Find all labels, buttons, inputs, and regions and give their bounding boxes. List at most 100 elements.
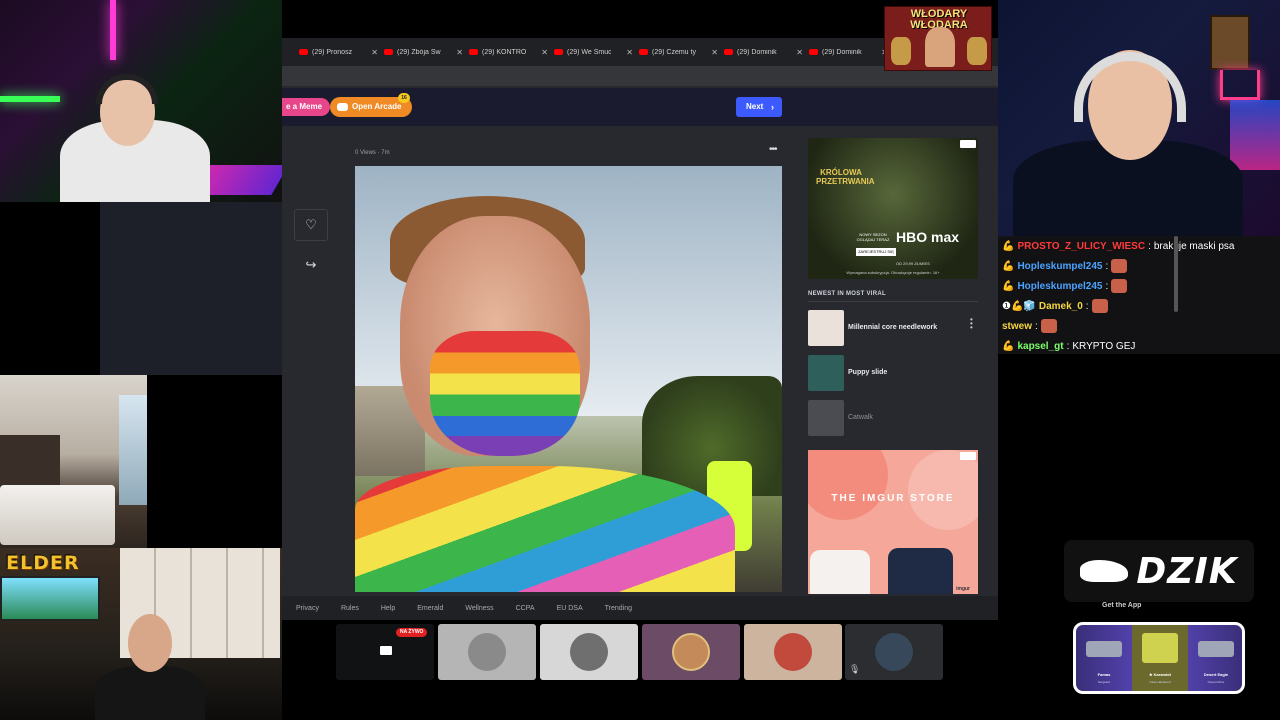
viral-item[interactable]: Puppy slide bbox=[808, 355, 978, 391]
participant-tile[interactable] bbox=[540, 624, 638, 680]
colon: : bbox=[1066, 340, 1070, 352]
footer-link[interactable]: CCPA bbox=[516, 605, 535, 612]
kebab-icon[interactable]: • • • bbox=[970, 316, 973, 332]
rainbow-flag bbox=[355, 466, 735, 592]
close-icon[interactable]: ✕ bbox=[371, 48, 378, 57]
participant-tile[interactable] bbox=[744, 624, 842, 680]
footer-link[interactable]: EU DSA bbox=[557, 605, 583, 612]
browser-tab[interactable]: (29) KONTROW ✕ bbox=[466, 41, 551, 63]
viral-thumb bbox=[808, 400, 844, 436]
newest-viral-heading: NEWEST IN MOST VIRAL bbox=[808, 291, 978, 302]
share-icon[interactable]: ↪ bbox=[303, 257, 319, 273]
browser-tab[interactable]: (29) Dominik ✕ bbox=[721, 41, 806, 63]
footer-link[interactable]: Rules bbox=[341, 605, 359, 612]
close-icon[interactable]: ✕ bbox=[626, 48, 633, 57]
youtube-icon bbox=[299, 49, 308, 55]
tab-title: (29) Dominik bbox=[822, 48, 862, 56]
chat-message: stwew: bbox=[1002, 316, 1276, 336]
adchoices-icon[interactable] bbox=[960, 452, 976, 460]
post-image[interactable] bbox=[355, 166, 782, 592]
viral-thumb bbox=[808, 310, 844, 346]
next-button[interactable]: Next › bbox=[736, 97, 782, 117]
tab-title: (29) Zbója Świ bbox=[397, 48, 441, 56]
ad-cta[interactable]: ZAREJESTRUJ SIĘ bbox=[856, 248, 896, 256]
chevron-right-icon: › bbox=[771, 102, 774, 112]
imgur-logo: imgur bbox=[956, 586, 970, 592]
post-meta: 0 Views · 7m bbox=[355, 150, 390, 156]
more-options-icon[interactable]: ••• bbox=[769, 144, 777, 155]
browser-tab[interactable]: (29) Dominik✕ bbox=[806, 41, 891, 63]
browser-tab[interactable]: (29) Pronosz ✕ bbox=[296, 41, 381, 63]
footer-link[interactable]: Privacy bbox=[296, 605, 319, 612]
chat-message: 💪 Hopleskumpel245: bbox=[1002, 276, 1276, 296]
decor-circle bbox=[808, 450, 888, 520]
knife-icon bbox=[1142, 633, 1178, 663]
browser-tab[interactable]: (29) Zbója Świ ✕ bbox=[381, 41, 466, 63]
colon: : bbox=[1148, 240, 1151, 252]
headphones-icon bbox=[96, 74, 158, 104]
stream-composite: ELDER (29) Pronosz ✕ (29) Zbója Świ ✕ (29) K… bbox=[0, 0, 1280, 720]
chat-username[interactable]: kapsel_gt bbox=[1017, 341, 1063, 352]
tab-title: (29) Czemu ty bbox=[652, 48, 696, 56]
heart-icon[interactable]: ♡ bbox=[294, 209, 328, 241]
skin-name: ★ Karambit bbox=[1148, 672, 1172, 677]
aquarium bbox=[0, 576, 100, 621]
badge-icon: 💪 bbox=[1002, 240, 1015, 252]
chat-panel: 💪 PROSTO_Z_ULICY_WIESC: brakuje maski psa 💪… bbox=[998, 236, 1280, 354]
avatar bbox=[774, 633, 812, 671]
footer-link[interactable]: Emerald bbox=[417, 605, 443, 612]
skin-sub: Ocean Drive bbox=[1207, 680, 1225, 684]
close-icon[interactable]: ✕ bbox=[796, 48, 803, 57]
chat-text: KRYPTO GEJ bbox=[1072, 340, 1136, 352]
participant-tile[interactable] bbox=[438, 624, 536, 680]
chat-username[interactable]: PROSTO_Z_ULICY_WIESC bbox=[1017, 241, 1145, 252]
imgur-header: e a Meme Open Arcade 16 Next › bbox=[282, 88, 998, 126]
colon: : bbox=[1085, 300, 1089, 312]
browser-window: (29) Pronosz✕(29) Zbója Świ✕(29) KONTROW… bbox=[282, 38, 998, 620]
ad-title: KRÓLOWA PRZETRWANIA bbox=[816, 168, 875, 186]
hbo-ad[interactable]: KRÓLOWA PRZETRWANIA NOWY SEZON OGLĄDAJ T… bbox=[808, 138, 978, 279]
footer-link[interactable]: Trending bbox=[605, 605, 632, 612]
get-app-link[interactable]: Get the App bbox=[1102, 602, 1141, 609]
youtube-icon bbox=[384, 49, 393, 55]
pistol-icon bbox=[1198, 641, 1234, 657]
chat-username[interactable]: Hopleskumpel245 bbox=[1017, 281, 1102, 292]
participant-tile[interactable]: 🎙 bbox=[845, 624, 943, 680]
chat-scrollbar[interactable] bbox=[1174, 236, 1178, 312]
footer-links: Privacy Rules Help Emerald Wellness CCPA EU DS… bbox=[282, 596, 998, 620]
viral-item[interactable]: Millennial core needlework • • • bbox=[808, 310, 978, 346]
emote-icon bbox=[1111, 259, 1128, 273]
viral-title: Puppy slide bbox=[848, 369, 888, 376]
youtube-icon bbox=[639, 49, 648, 55]
skin-karambit: ★ Karambit Case Hardened bbox=[1132, 625, 1188, 691]
avatar bbox=[468, 633, 506, 671]
colon: : bbox=[1035, 320, 1038, 332]
chat-username[interactable]: Hopleskumpel245 bbox=[1017, 261, 1102, 272]
live-badge: NA ŻYWO bbox=[396, 628, 428, 637]
viral-title: Catwalk bbox=[848, 414, 873, 421]
chat-username[interactable]: Damek_0 bbox=[1039, 301, 1083, 312]
bed bbox=[0, 485, 115, 545]
make-meme-button[interactable]: e a Meme bbox=[282, 98, 331, 116]
close-icon[interactable]: ✕ bbox=[541, 48, 548, 57]
hbo-max-logo: HBO max bbox=[896, 229, 960, 245]
ad-subtitle: NOWY SEZON OGLĄDAJ TERAZ bbox=[856, 232, 890, 242]
browser-tab[interactable]: (29) Czemu ty ✕ bbox=[636, 41, 721, 63]
skin-name: Famas bbox=[1097, 672, 1111, 677]
viral-item[interactable]: Catwalk bbox=[808, 400, 978, 436]
adchoices-icon[interactable] bbox=[960, 140, 976, 148]
badge-icon: ❶💪🧊 bbox=[1002, 300, 1036, 312]
tab-title: (29) Dominik bbox=[737, 48, 777, 56]
participant-tile[interactable] bbox=[642, 624, 740, 680]
close-icon[interactable]: ✕ bbox=[456, 48, 463, 57]
imgur-store-ad[interactable]: THE IMGUR STORE imgur bbox=[808, 450, 978, 594]
footer-link[interactable]: Help bbox=[381, 605, 395, 612]
chat-username[interactable]: stwew bbox=[1002, 321, 1032, 332]
close-icon[interactable]: ✕ bbox=[711, 48, 718, 57]
browser-tab[interactable]: (29) We Smuck ✕ bbox=[551, 41, 636, 63]
footer-link[interactable]: Wellness bbox=[465, 605, 493, 612]
boar-icon bbox=[1080, 560, 1129, 582]
participant-tile-stream[interactable]: NA ŻYWO bbox=[336, 624, 434, 680]
skin-famas: Famas Sergeant bbox=[1076, 625, 1132, 691]
background-panel bbox=[100, 202, 282, 375]
